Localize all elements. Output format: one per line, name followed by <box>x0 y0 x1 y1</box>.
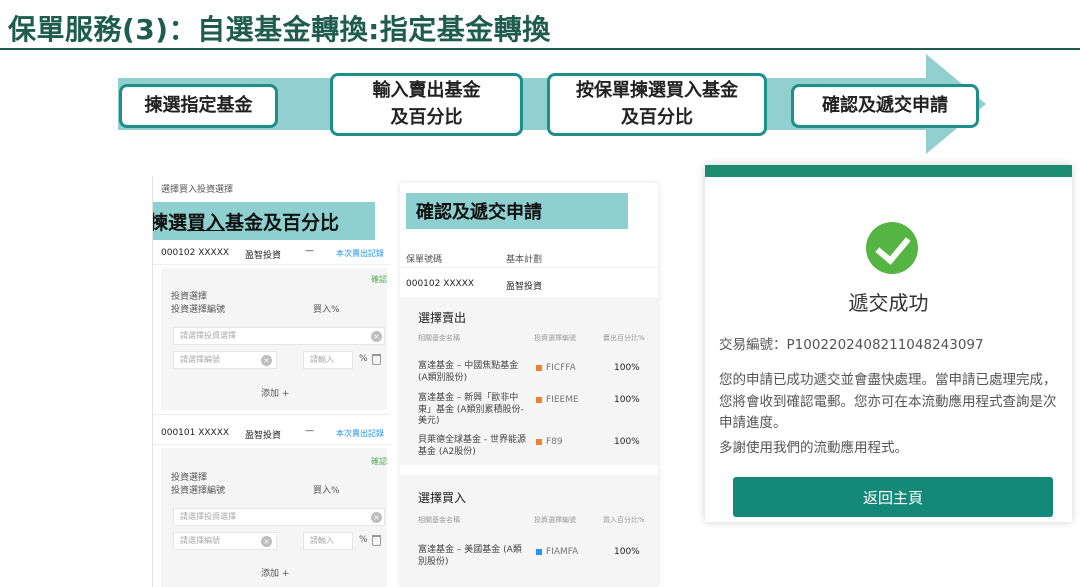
plan-label: 基本計劃 <box>506 255 543 265</box>
divider <box>400 267 658 268</box>
col-fund-name: 相關基金名稱 <box>418 516 460 524</box>
sell-fund-code: FIEEME <box>536 395 579 405</box>
col-code: 投資選擇編號 <box>534 516 576 524</box>
policy-number-label: 保單號碼 <box>406 255 443 265</box>
fund-select-input[interactable]: 請選擇投資選擇 <box>173 508 385 526</box>
plan-name: 盈智投資 <box>245 251 282 261</box>
transaction-number: 交易編號：P100220240821104824​3097 <box>719 337 984 353</box>
trash-icon[interactable] <box>372 354 381 365</box>
success-check-icon <box>866 222 918 274</box>
buy-selection-screen: 選擇買入投資選擇 揀選 買入 基金及百分比 000102 XXXXX 盈智投資 — … <box>152 176 390 587</box>
title-divider <box>0 48 1080 50</box>
confirm-link[interactable]: 確認 <box>371 274 387 285</box>
divider <box>153 444 390 445</box>
step-4-confirm-submit: 確認及遞交申請 <box>791 84 979 128</box>
thanks-message: 多謝使用我們的流動應用程式。 <box>719 440 908 456</box>
sell-fund-code: FICFFA <box>536 363 576 373</box>
plan-name: 盈智投資 <box>506 282 543 292</box>
clear-icon[interactable]: × <box>261 536 272 547</box>
code-label: 投資選擇編號 <box>171 486 226 496</box>
screen-header: 選擇買入投資選擇 <box>161 185 234 195</box>
return-home-button[interactable]: 返回主頁 <box>733 477 1053 517</box>
col-buy-pct: 買入百分比% <box>603 516 645 524</box>
policy-number: 000102 XXXXX <box>161 248 230 258</box>
pct-input[interactable]: 請輸入 <box>303 532 353 550</box>
buy-fund-name: 富達基金 – 美國基金 (A類別股份) <box>418 545 522 567</box>
sell-fund-pct: 100% <box>614 437 640 447</box>
pct-input[interactable]: 請輸入 <box>303 351 353 369</box>
col-code: 投資選擇編號 <box>534 334 576 342</box>
step-3-select-buy: 按保單揀選買入基金 及百分比 <box>547 73 767 136</box>
col-fund-name: 相關基金名稱 <box>418 334 460 342</box>
sell-record-link[interactable]: 本次賣出記錄 <box>336 428 384 439</box>
submission-success-screen: 遞交成功 交易編號：P100220240821104824​3097 您的申請已… <box>705 165 1072 522</box>
clear-icon[interactable]: × <box>261 355 272 366</box>
sell-fund-pct: 100% <box>614 363 640 373</box>
sell-fund-code: F89 <box>536 437 563 447</box>
orange-square-icon <box>536 364 542 371</box>
success-message: 您的申請已成功遞交並會盡快處理。當申請已處理完成，您將會收到確認電郵。您亦可在本… <box>719 372 1057 432</box>
col-sell-pct: 賣出百分比% <box>603 334 645 342</box>
step-callout-buy: 揀選 買入 基金及百分比 <box>152 202 375 240</box>
policy-number: 000101 XXXXX <box>161 428 230 438</box>
sell-fund-code-text: F89 <box>546 437 563 447</box>
orange-square-icon <box>536 396 542 403</box>
pct-unit: % <box>359 535 368 545</box>
investment-label: 投資選擇 <box>171 473 208 483</box>
clear-icon[interactable]: × <box>371 331 382 342</box>
buy-section-title: 選擇買入 <box>418 491 467 505</box>
add-button[interactable]: 添加 + <box>261 386 289 399</box>
sell-fund-name: 富達基金 – 新興「歐非中東」基金 (A類別累積股份-美元) <box>418 393 524 427</box>
investment-label: 投資選擇 <box>171 292 208 302</box>
add-button[interactable]: 添加 + <box>261 566 289 579</box>
clear-icon[interactable]: × <box>371 512 382 523</box>
fund-select-input[interactable]: 請選擇投資選擇 <box>173 327 385 345</box>
step-callout-confirm: 確認及遞交申請 <box>406 193 628 229</box>
sell-record-link[interactable]: 本次賣出記錄 <box>336 248 384 259</box>
divider <box>153 264 390 265</box>
trash-icon[interactable] <box>372 535 381 546</box>
sell-fund-code-text: FIEEME <box>546 395 579 405</box>
buy-fund-pct: 100% <box>614 547 640 557</box>
callout-text-prefix: 揀選 <box>152 211 188 234</box>
sell-fund-name: 富達基金 – 中國焦點基金(A類別股份) <box>418 361 519 383</box>
confirm-screen: 確認及遞交申請 保單號碼 基本計劃 000102 XXXXX 盈智投資 選擇賣出… <box>400 183 658 587</box>
callout-text-suffix: 基金及百分比 <box>225 211 340 234</box>
sell-fund-name: 貝萊德全球基金 - 世界能源基金 (A2股份) <box>418 435 526 457</box>
confirm-link[interactable]: 確認 <box>371 456 387 467</box>
step-2-input-sell: 輸入賣出基金 及百分比 <box>330 73 523 136</box>
sell-fund-pct: 100% <box>614 395 640 405</box>
page-title: 保單服務(3)：自選基金轉換:指定基金轉換 <box>8 13 551 46</box>
collapse-dash[interactable]: — <box>305 246 314 256</box>
step-1-select-fund: 揀選指定基金 <box>119 84 278 128</box>
buy-pct-label: 買入% <box>313 305 340 315</box>
sell-section-title: 選擇賣出 <box>418 311 467 325</box>
divider <box>153 414 390 415</box>
buy-pct-label: 買入% <box>313 486 340 496</box>
success-title: 遞交成功 <box>848 291 929 315</box>
buy-fund-code: FIAMFA <box>536 547 578 557</box>
code-label: 投資選擇編號 <box>171 305 226 315</box>
status-bar <box>705 165 1072 177</box>
orange-square-icon <box>536 438 542 445</box>
callout-text-underlined: 買入 <box>187 211 226 234</box>
policy-number: 000102 XXXXX <box>406 279 475 289</box>
buy-fund-code-text: FIAMFA <box>546 547 579 557</box>
blue-square-icon <box>536 548 542 555</box>
pct-unit: % <box>359 354 368 364</box>
sell-fund-code-text: FICFFA <box>546 363 576 373</box>
collapse-dash[interactable]: — <box>305 426 314 436</box>
plan-name: 盈智投資 <box>245 431 282 441</box>
